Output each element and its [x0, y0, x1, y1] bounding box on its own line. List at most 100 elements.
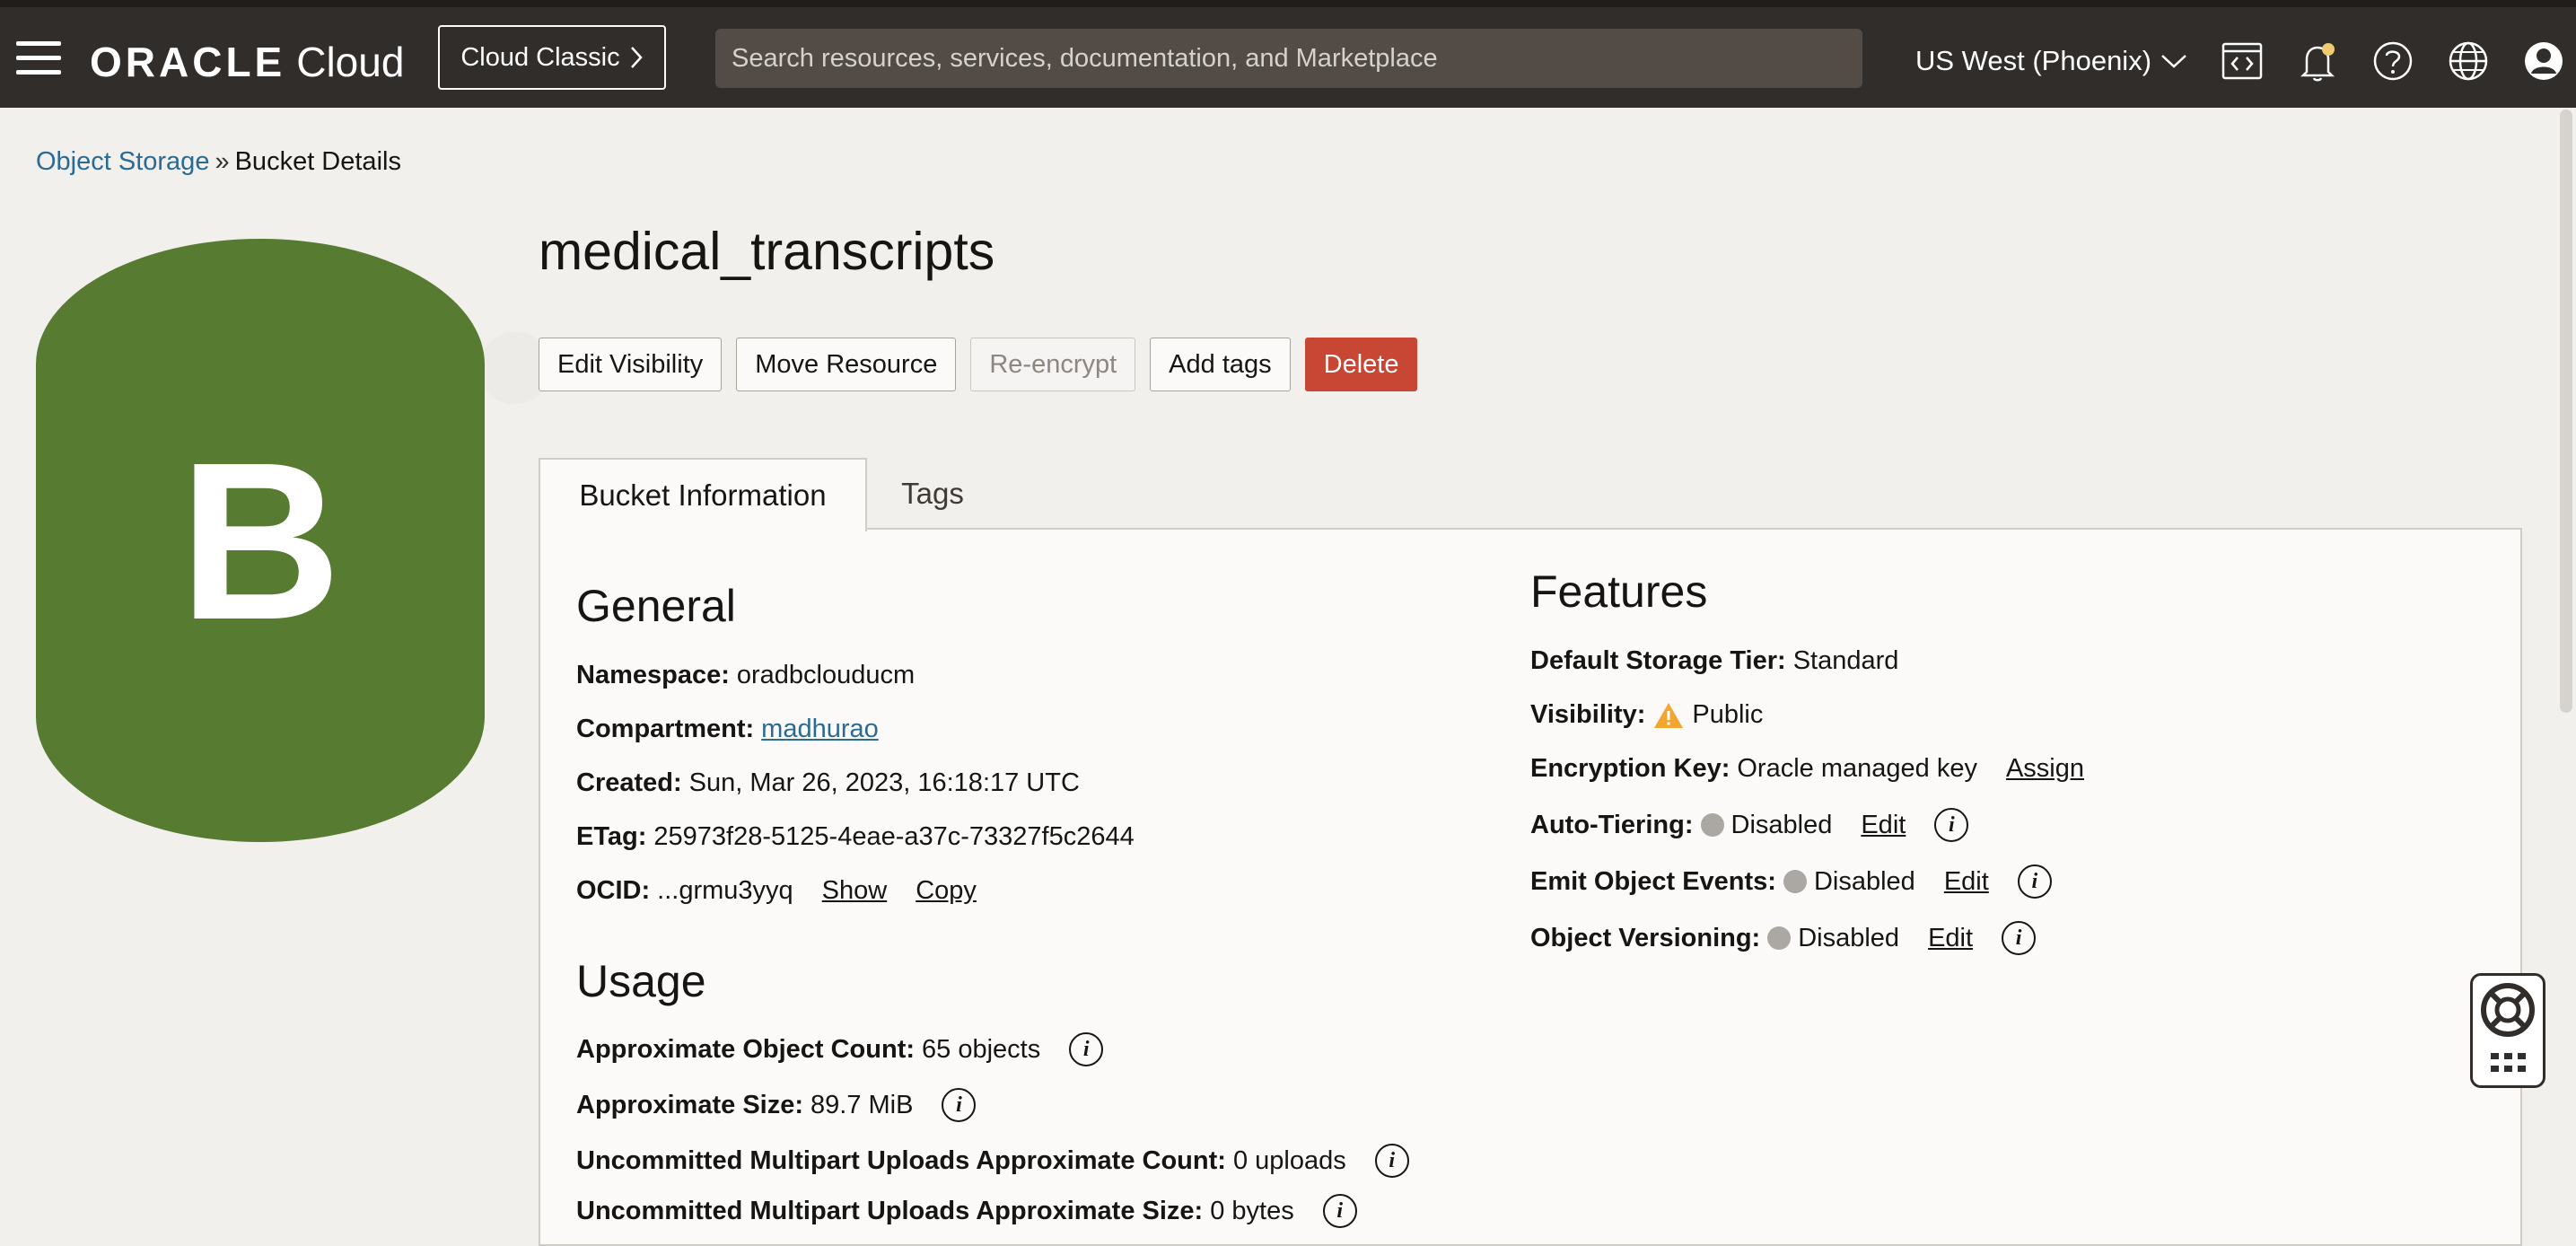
chevron-down-icon: [2161, 55, 2186, 68]
versioning-edit-link[interactable]: Edit: [1928, 924, 1973, 953]
etag-row: ETag: 25973f28-5125-4eae-a37c-73327f5c26…: [576, 822, 1135, 852]
page-title: medical_transcripts: [539, 222, 995, 281]
edit-visibility-button[interactable]: Edit Visibility: [539, 338, 723, 391]
auto-tiering-label: Auto-Tiering:: [1530, 810, 1694, 839]
compartment-label: Compartment:: [576, 715, 755, 743]
status-dot-icon: [1767, 926, 1792, 950]
code-editor-icon[interactable]: [2221, 39, 2264, 83]
general-heading: General: [576, 581, 736, 631]
info-icon[interactable]: i: [1374, 1144, 1409, 1178]
tab-bucket-information[interactable]: Bucket Information: [539, 458, 867, 531]
created-row: Created: Sun, Mar 26, 2023, 16:18:17 UTC: [576, 768, 1080, 798]
ocid-value: ...grmu3yyq: [657, 876, 793, 905]
ocid-label: OCID:: [576, 876, 651, 905]
breadcrumb-separator: »: [215, 147, 230, 176]
chevron-right-icon: [630, 47, 643, 68]
user-profile-icon[interactable]: [2522, 39, 2565, 83]
auto-tiering-edit-link[interactable]: Edit: [1861, 811, 1906, 840]
breadcrumb-current: Bucket Details: [234, 147, 401, 176]
action-buttons: Edit Visibility Move Resource Re-encrypt…: [539, 338, 1418, 391]
object-count-label: Approximate Object Count:: [576, 1034, 916, 1064]
search-input[interactable]: [715, 29, 1862, 88]
breadcrumb: Object Storage» Bucket Details: [36, 147, 401, 177]
region-selector[interactable]: US West (Phoenix): [1915, 45, 2187, 77]
multipart-count-label: Uncommitted Multipart Uploads Approximat…: [576, 1145, 1226, 1175]
approx-size-label: Approximate Size:: [576, 1090, 803, 1119]
storage-tier-value: Standard: [1792, 646, 1899, 675]
multipart-size-row: Uncommitted Multipart Uploads Approximat…: [576, 1194, 1357, 1228]
delete-button[interactable]: Delete: [1304, 338, 1418, 391]
namespace-label: Namespace:: [576, 661, 730, 689]
emit-events-row: Emit Object Events: Disabled Edit i: [1530, 864, 2052, 899]
page-scrollbar[interactable]: [2560, 110, 2572, 713]
versioning-label: Object Versioning:: [1530, 923, 1761, 952]
lifebuoy-icon: [2481, 983, 2535, 1037]
info-icon[interactable]: i: [1322, 1194, 1357, 1228]
etag-value: 25973f28-5125-4eae-a37c-73327f5c2644: [653, 822, 1135, 851]
emit-events-value: Disabled: [1813, 866, 1915, 896]
storage-tier-row: Default Storage Tier: Standard: [1530, 646, 1898, 676]
status-dot-icon: [1700, 813, 1724, 837]
visibility-row: Visibility: Public: [1530, 700, 1763, 730]
storage-tier-label: Default Storage Tier:: [1530, 646, 1786, 675]
multipart-size-label: Uncommitted Multipart Uploads Approximat…: [576, 1196, 1204, 1225]
object-count-value: 65 objects: [922, 1034, 1041, 1064]
approx-size-value: 89.7 MiB: [810, 1090, 914, 1119]
info-icon[interactable]: i: [2002, 921, 2037, 955]
warning-icon: [1654, 702, 1684, 728]
emit-events-edit-link[interactable]: Edit: [1944, 867, 1989, 897]
ocid-row: OCID: ...grmu3yyq Show Copy: [576, 876, 977, 906]
auto-tiering-value: Disabled: [1730, 810, 1833, 839]
multipart-size-value: 0 bytes: [1210, 1196, 1294, 1225]
approx-size-row: Approximate Size: 89.7 MiB i: [576, 1088, 977, 1122]
multipart-count-row: Uncommitted Multipart Uploads Approximat…: [576, 1144, 1409, 1178]
info-icon[interactable]: i: [1069, 1032, 1104, 1066]
compartment-link[interactable]: madhurao: [761, 715, 879, 744]
add-tags-button[interactable]: Add tags: [1150, 338, 1291, 391]
cloud-classic-label: Cloud Classic: [460, 42, 620, 72]
region-label: US West (Phoenix): [1915, 45, 2152, 76]
notifications-bell-icon[interactable]: [2296, 39, 2339, 83]
etag-label: ETag:: [576, 822, 647, 851]
bucket-logo-letter: B: [179, 415, 342, 666]
visibility-value: Public: [1692, 700, 1764, 729]
features-heading: Features: [1530, 566, 1708, 617]
language-globe-icon[interactable]: [2447, 39, 2490, 83]
logo-brand: ORACLE: [90, 39, 286, 85]
encryption-key-label: Encryption Key:: [1530, 754, 1730, 783]
emit-events-label: Emit Object Events:: [1530, 866, 1776, 896]
bucket-information-panel: General Namespace: oradbclouducm Compart…: [539, 528, 2522, 1246]
help-icon[interactable]: [2371, 39, 2414, 83]
encryption-key-row: Encryption Key: Oracle managed key Assig…: [1530, 754, 2084, 784]
usage-heading: Usage: [576, 956, 706, 1006]
help-widget[interactable]: [2470, 973, 2545, 1088]
assign-encryption-link[interactable]: Assign: [2006, 754, 2084, 784]
oracle-cloud-logo[interactable]: ORACLE Cloud: [90, 38, 404, 86]
ocid-show-link[interactable]: Show: [822, 876, 888, 906]
visibility-label: Visibility:: [1530, 700, 1646, 729]
breadcrumb-object-storage-link[interactable]: Object Storage: [36, 147, 209, 176]
top-navigation-bar: ORACLECloud Cloud Classic US West (Phoen…: [0, 0, 2576, 108]
info-icon[interactable]: i: [1934, 808, 1969, 842]
status-dot-icon: [1783, 870, 1807, 893]
namespace-row: Namespace: oradbclouducm: [576, 661, 915, 690]
hamburger-menu-icon[interactable]: [16, 41, 61, 77]
move-resource-button[interactable]: Move Resource: [736, 338, 957, 391]
object-count-row: Approximate Object Count: 65 objects i: [576, 1032, 1104, 1066]
versioning-row: Object Versioning: Disabled Edit i: [1530, 921, 2037, 955]
info-icon[interactable]: i: [942, 1088, 977, 1122]
reencrypt-button[interactable]: Re-encrypt: [970, 338, 1136, 391]
namespace-value: oradbclouducm: [736, 661, 916, 689]
tab-tags[interactable]: Tags: [867, 458, 998, 530]
ocid-copy-link[interactable]: Copy: [916, 876, 977, 906]
multipart-count-value: 0 uploads: [1232, 1145, 1346, 1175]
logo-product: Cloud: [296, 39, 405, 85]
info-icon[interactable]: i: [2017, 864, 2052, 899]
apps-grid-icon: [2491, 1053, 2526, 1072]
compartment-row: Compartment: madhurao: [576, 715, 879, 744]
cloud-classic-button[interactable]: Cloud Classic: [438, 25, 666, 90]
created-label: Created:: [576, 768, 682, 797]
encryption-key-value: Oracle managed key: [1737, 754, 1977, 783]
versioning-value: Disabled: [1798, 923, 1900, 952]
auto-tiering-row: Auto-Tiering: Disabled Edit i: [1530, 808, 1969, 842]
